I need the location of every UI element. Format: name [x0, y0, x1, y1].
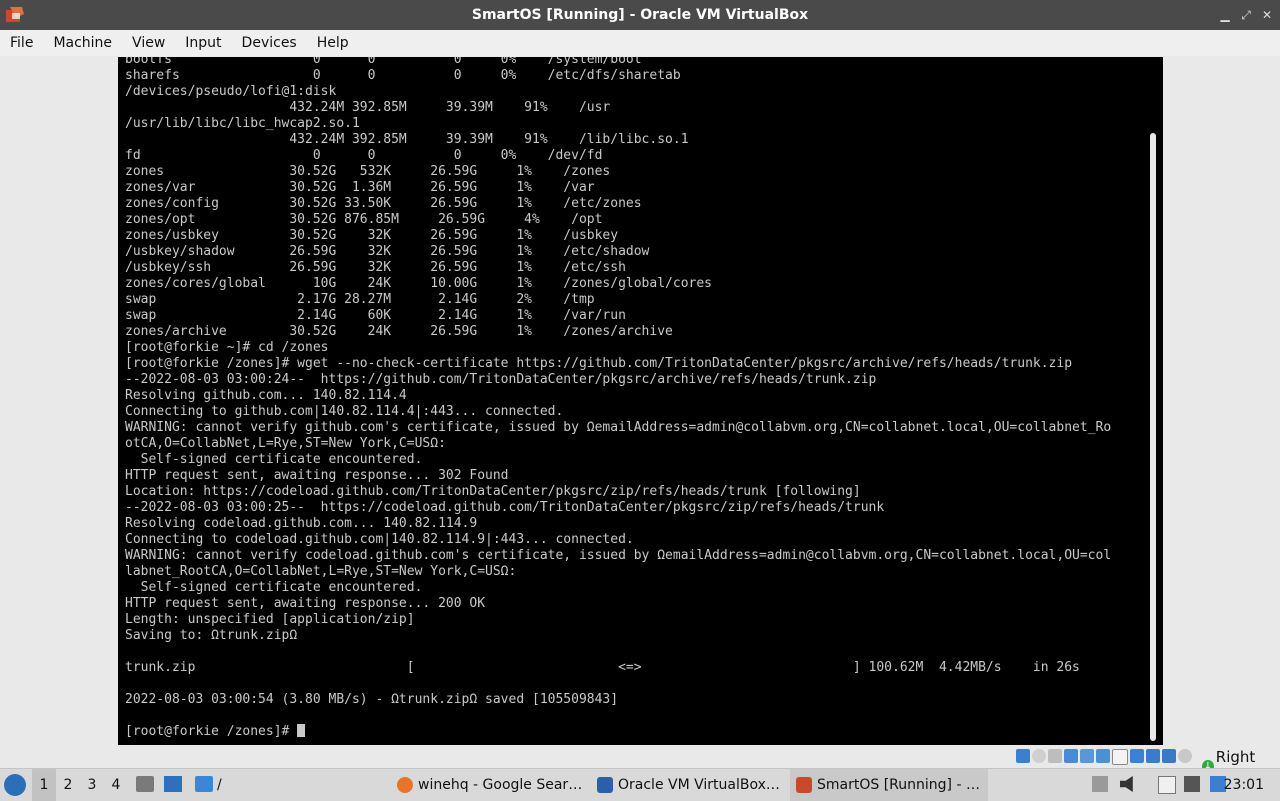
terminal-line: Connecting to codeload.github.com|140.82…: [125, 532, 634, 547]
task-label: winehq - Google Sear…: [418, 777, 583, 793]
device-indicators: [1016, 749, 1192, 765]
virtualbox-vm-icon: [796, 777, 812, 793]
mouse-integration-icon[interactable]: [1162, 749, 1176, 763]
terminal-line: zones/cores/global 10G 24K 10.00G 1% /zo…: [125, 276, 712, 291]
shared-folders-icon[interactable]: [1096, 749, 1110, 763]
firefox-icon: [397, 777, 413, 793]
workspace-3[interactable]: 3: [80, 769, 104, 801]
menu-machine[interactable]: Machine: [43, 30, 122, 56]
notes-icon[interactable]: [1158, 776, 1176, 794]
path-label: /: [217, 777, 222, 793]
recording-icon[interactable]: [1130, 749, 1144, 763]
terminal-line: zones/var 30.52G 1.36M 26.59G 1% /var: [125, 180, 595, 195]
file-manager-icon[interactable]: [136, 776, 154, 792]
terminal-scrollbar[interactable]: [1150, 133, 1156, 741]
terminal-line: zones/config 30.52G 33.50K 26.59G 1% /et…: [125, 196, 642, 211]
terminal-line: 2022-08-03 03:00:54 (3.80 MB/s) - Ωtrunk…: [125, 692, 619, 707]
terminal-line: --2022-08-03 03:00:24-- https://github.c…: [125, 372, 877, 387]
terminal-line: [root@forkie /zones]#: [125, 724, 298, 739]
terminal-line: Length: unspecified [application/zip]: [125, 612, 415, 627]
menu-input[interactable]: Input: [175, 30, 231, 56]
terminal-line: otCA,O=CollabNet,L=Rye,ST=New York,C=USΩ…: [125, 436, 446, 451]
menu-file[interactable]: File: [0, 30, 43, 56]
terminal-line: Connecting to github.com|140.82.114.4|:4…: [125, 404, 564, 419]
keyboard-icon[interactable]: [1178, 749, 1192, 763]
taskbar: 1 2 3 4 / winehq - Google Sear… Oracle V…: [0, 768, 1280, 801]
window-titlebar[interactable]: SmartOS [Running] - Oracle VM VirtualBox…: [0, 0, 1280, 30]
monitor-icon[interactable]: [1184, 776, 1200, 792]
clipboard-icon[interactable]: [1092, 776, 1108, 792]
terminal-line: /usbkey/shadow 26.59G 32K 26.59G 1% /etc…: [125, 244, 650, 259]
workspace-2[interactable]: 2: [56, 769, 80, 801]
optical-drive-icon[interactable]: [1032, 749, 1046, 763]
task-smartos-vm[interactable]: SmartOS [Running] - …: [790, 769, 988, 801]
terminal-line: WARNING: cannot verify github.com's cert…: [125, 420, 1112, 435]
terminal-line: swap 2.14G 60K 2.14G 1% /var/run: [125, 308, 626, 323]
task-virtualbox-manager[interactable]: Oracle VM VirtualBox…: [597, 769, 787, 801]
terminal-line: HTTP request sent, awaiting response... …: [125, 468, 509, 483]
terminal-line: trunk.zip [ <=> ] 100.62M 4.42MB/s in 26…: [125, 660, 1080, 675]
workspace-4[interactable]: 4: [104, 769, 128, 801]
terminal-line: zones/archive 30.52G 24K 26.59G 1% /zone…: [125, 324, 673, 339]
terminal-line: /devices/pseudo/lofi@1:disk: [125, 84, 337, 99]
start-menu-icon[interactable]: [4, 774, 26, 796]
task-label: SmartOS [Running] - …: [817, 777, 980, 793]
terminal-line: zones/usbkey 30.52G 32K 26.59G 1% /usbke…: [125, 228, 619, 243]
terminal-line: Self-signed certificate encountered.: [125, 452, 423, 467]
cpu-icon[interactable]: [1146, 749, 1160, 763]
terminal-line: Resolving github.com... 140.82.114.4: [125, 388, 407, 403]
terminal-line: 432.24M 392.85M 39.39M 91% /usr: [125, 100, 611, 115]
terminal-line: swap 2.17G 28.27M 2.14G 2% /tmp: [125, 292, 595, 307]
terminal-line: Saving to: Ωtrunk.zipΩ: [125, 628, 298, 643]
terminal-cursor: [297, 724, 306, 737]
menu-help[interactable]: Help: [307, 30, 359, 56]
display-icon[interactable]: [1112, 749, 1128, 765]
clock: 23:01: [1223, 777, 1264, 793]
vm-screen[interactable]: bootfs 0 0 0 0% /system/boot sharefs 0 0…: [118, 57, 1163, 745]
terminal-line: /usbkey/ssh 26.59G 32K 26.59G 1% /etc/ss…: [125, 260, 626, 275]
terminal-line: /usr/lib/libc/libc_hwcap2.so.1: [125, 116, 360, 131]
terminal-line: zones/opt 30.52G 876.85M 26.59G 4% /opt: [125, 212, 603, 227]
menu-bar: File Machine View Input Devices Help: [0, 30, 1280, 56]
terminal-line: sharefs 0 0 0 0% /etc/dfs/sharetab: [125, 68, 681, 83]
vm-status-bar: ↓ Right Ctrl: [0, 746, 1280, 784]
terminal-line: Resolving codeload.github.com... 140.82.…: [125, 516, 478, 531]
network-icon[interactable]: [1064, 749, 1078, 763]
terminal-line: [root@forkie /zones]# wget --no-check-ce…: [125, 356, 1073, 371]
window-title: SmartOS [Running] - Oracle VM VirtualBox: [471, 7, 809, 23]
terminal-line: labnet_RootCA,O=CollabNet,L=Rye,ST=New Y…: [125, 564, 517, 579]
vm-display-area: bootfs 0 0 0 0% /system/boot sharefs 0 0…: [0, 56, 1280, 746]
restore-icon[interactable]: ⤢: [1236, 5, 1256, 25]
show-desktop-icon[interactable]: [164, 776, 182, 792]
task-label: Oracle VM VirtualBox…: [618, 777, 780, 793]
terminal-output: bootfs 0 0 0 0% /system/boot sharefs 0 0…: [125, 57, 1111, 740]
virtualbox-icon: [597, 777, 613, 793]
terminal-line: HTTP request sent, awaiting response... …: [125, 596, 486, 611]
terminal-line: WARNING: cannot verify codeload.github.c…: [125, 548, 1112, 563]
close-icon[interactable]: ✕: [1257, 5, 1277, 25]
usb-icon[interactable]: [1080, 749, 1094, 763]
terminal-line: --2022-08-03 03:00:25-- https://codeload…: [125, 500, 885, 515]
menu-view[interactable]: View: [122, 30, 175, 56]
folder-icon[interactable]: [195, 776, 213, 792]
menu-devices[interactable]: Devices: [232, 30, 307, 56]
terminal-line: zones 30.52G 532K 26.59G 1% /zones: [125, 164, 611, 179]
terminal-line: 432.24M 392.85M 39.39M 91% /lib/libc.so.…: [125, 132, 689, 147]
task-firefox[interactable]: winehq - Google Sear…: [397, 769, 587, 801]
minimize-icon[interactable]: ▁: [1215, 5, 1235, 25]
terminal-line: Self-signed certificate encountered.: [125, 580, 423, 595]
terminal-line: fd 0 0 0 0% /dev/fd: [125, 148, 603, 163]
workspace-1[interactable]: 1: [32, 769, 56, 801]
hard-disk-icon[interactable]: [1016, 749, 1030, 763]
terminal-line: Location: https://codeload.github.com/Tr…: [125, 484, 861, 499]
terminal-line: [root@forkie ~]# cd /zones: [125, 340, 329, 355]
terminal-line: bootfs 0 0 0 0% /system/boot: [125, 57, 642, 67]
virtualbox-vm-icon: [6, 7, 24, 22]
volume-icon[interactable]: [1120, 776, 1133, 792]
audio-icon[interactable]: [1048, 749, 1062, 763]
